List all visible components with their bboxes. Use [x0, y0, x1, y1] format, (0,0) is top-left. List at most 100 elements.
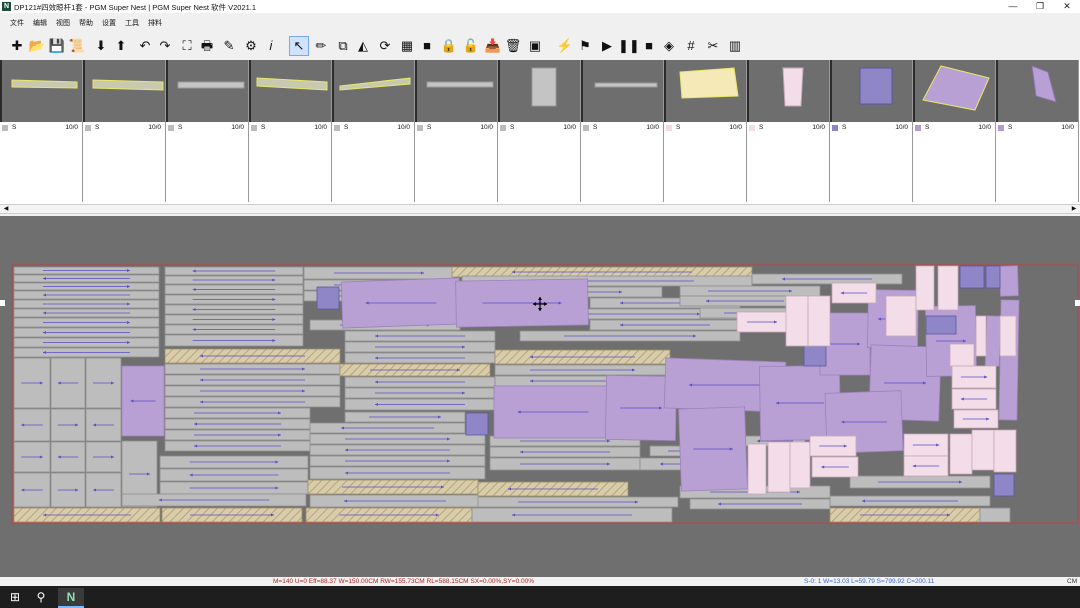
stop-icon[interactable]: ■	[640, 37, 658, 55]
color-swatch	[915, 125, 921, 131]
cut-icon[interactable]: ✂	[704, 37, 722, 55]
import-up-icon[interactable]: ⬆	[112, 37, 130, 55]
piece-count: 10/0	[480, 124, 493, 131]
pattern-piece[interactable]	[937, 265, 959, 311]
layers-icon[interactable]: ◈	[660, 37, 678, 55]
export-icon[interactable]: 📜	[68, 37, 86, 55]
menu-tools[interactable]: 工具	[125, 18, 139, 28]
resize-handle-left[interactable]	[0, 300, 5, 306]
paste-icon[interactable]: 📥	[484, 37, 502, 55]
search-icon[interactable]: ⚲	[30, 588, 52, 606]
piece-size: S	[676, 124, 681, 131]
taskbar-app-icon[interactable]: N	[58, 588, 84, 608]
grid-icon[interactable]: ▦	[398, 37, 416, 55]
piece-thumb[interactable]: S 10/0	[913, 60, 996, 202]
box-icon[interactable]: ▣	[526, 37, 544, 55]
fit-icon[interactable]: ⛶	[178, 37, 196, 55]
close-button[interactable]: ✕	[1054, 0, 1080, 13]
nesting-canvas[interactable]	[0, 216, 1080, 583]
marker-layout[interactable]	[0, 216, 1080, 583]
windows-start-icon[interactable]: ⊞	[4, 588, 26, 606]
lightning-icon[interactable]: ⚡	[556, 37, 574, 55]
thumbnail-scrollbar[interactable]: ◀ ▶	[0, 204, 1080, 214]
pause-icon[interactable]: ❚❚	[618, 37, 640, 55]
measure-icon[interactable]: ✏	[312, 37, 330, 55]
piece-preview	[83, 60, 165, 122]
piece-thumb[interactable]: S 10/0	[249, 60, 332, 202]
color-swatch	[168, 125, 174, 131]
menu-edit[interactable]: 编辑	[33, 18, 47, 28]
edit-icon[interactable]: ✎	[220, 37, 238, 55]
settings-gear-icon[interactable]: ⚙	[242, 37, 260, 55]
pattern-piece[interactable]	[465, 412, 489, 436]
pattern-piece[interactable]	[747, 443, 767, 495]
piece-thumb[interactable]: S 10/0	[166, 60, 249, 202]
piece-size: S	[344, 124, 349, 131]
piece-thumb[interactable]: S 10/0	[830, 60, 913, 202]
pattern-piece[interactable]	[807, 295, 831, 347]
print-icon[interactable]: 🖶	[198, 37, 216, 55]
barcode-icon[interactable]: ▥	[726, 37, 744, 55]
piece-thumb[interactable]: S 10/0	[83, 60, 166, 202]
piece-thumb[interactable]: S 10/0	[664, 60, 747, 202]
pattern-piece[interactable]	[999, 265, 1019, 297]
pattern-piece[interactable]	[975, 315, 987, 357]
title-bar: N DP121#四效晾杆1套 - PGM Super Nest | PGM Su…	[0, 0, 1080, 13]
pattern-piece[interactable]	[993, 429, 1017, 473]
pattern-piece[interactable]	[767, 441, 791, 493]
pattern-piece[interactable]	[984, 315, 1002, 367]
piece-thumb[interactable]: S 10/0	[498, 60, 581, 202]
pattern-piece[interactable]	[993, 473, 1015, 497]
pattern-piece[interactable]	[949, 433, 973, 475]
select-arrow-icon[interactable]: ↖	[289, 36, 309, 56]
pattern-piece[interactable]	[959, 265, 985, 289]
play-icon[interactable]: ▶	[598, 37, 616, 55]
piece-thumb[interactable]: S 10/0	[0, 60, 83, 202]
piece-thumb[interactable]: S 10/0	[332, 60, 415, 202]
redo-icon[interactable]: ↷	[156, 37, 174, 55]
fill-icon[interactable]: ■	[418, 37, 436, 55]
pattern-piece[interactable]	[885, 295, 917, 337]
undo-icon[interactable]: ↶	[136, 37, 154, 55]
unlock-icon[interactable]: 🔓	[462, 37, 480, 55]
new-icon[interactable]: ✚	[8, 37, 26, 55]
pattern-piece[interactable]	[803, 343, 827, 367]
flag-icon[interactable]: ⚑	[576, 37, 594, 55]
pattern-piece[interactable]	[999, 315, 1017, 357]
lock-icon[interactable]: 🔒	[440, 37, 458, 55]
minimize-button[interactable]: —	[1000, 0, 1026, 13]
piece-preview	[664, 60, 746, 122]
mirror-icon[interactable]: ◭	[354, 37, 372, 55]
pattern-piece[interactable]	[915, 265, 935, 311]
pattern-piece[interactable]	[785, 295, 809, 347]
piece-thumb[interactable]: S 10/0	[747, 60, 830, 202]
scroll-left-icon[interactable]: ◀	[2, 205, 10, 213]
copy-icon[interactable]: ⧉	[334, 37, 352, 55]
pattern-piece[interactable]	[979, 507, 1011, 523]
menu-file[interactable]: 文件	[10, 18, 24, 28]
menu-settings[interactable]: 设置	[102, 18, 116, 28]
pattern-piece[interactable]	[925, 315, 957, 335]
pattern-piece[interactable]	[949, 343, 975, 367]
piece-preview	[498, 60, 580, 122]
delete-icon[interactable]: 🗑	[504, 37, 522, 55]
pattern-piece[interactable]	[316, 286, 340, 310]
rotate-icon[interactable]: ⟳	[376, 37, 394, 55]
info-icon[interactable]: 𝑖	[262, 37, 280, 55]
piece-thumb[interactable]: S 10/0	[415, 60, 498, 202]
save-icon[interactable]: 💾	[48, 37, 66, 55]
menu-nesting[interactable]: 排料	[148, 18, 162, 28]
open-icon[interactable]: 📂	[28, 37, 46, 55]
piece-thumb[interactable]: S 10/0	[581, 60, 664, 202]
menu-view[interactable]: 视图	[56, 18, 70, 28]
menu-help[interactable]: 帮助	[79, 18, 93, 28]
pattern-piece[interactable]	[789, 441, 811, 489]
hash-grid-icon[interactable]: #	[682, 37, 700, 55]
import-down-icon[interactable]: ⬇	[92, 37, 110, 55]
scroll-right-icon[interactable]: ▶	[1070, 205, 1078, 213]
maximize-button[interactable]: ❐	[1027, 0, 1053, 13]
piece-thumb[interactable]: S 10/0	[996, 60, 1079, 202]
pattern-piece[interactable]	[985, 265, 1001, 289]
resize-handle-right[interactable]	[1075, 300, 1080, 306]
pattern-piece[interactable]	[971, 429, 995, 471]
